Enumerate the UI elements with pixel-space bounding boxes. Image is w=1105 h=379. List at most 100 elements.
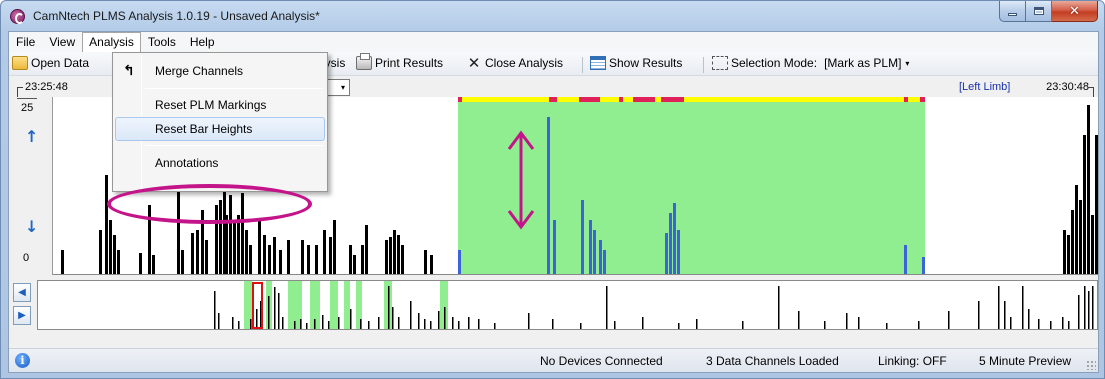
activity-bar xyxy=(279,250,282,274)
selection-mode-label: Selection Mode: xyxy=(731,56,818,70)
close-analysis-button[interactable]: ✕ Close Analysis xyxy=(466,56,563,71)
event-bar xyxy=(593,230,596,274)
activity-bar xyxy=(273,237,276,274)
activity-bar xyxy=(301,240,304,274)
event-bar xyxy=(665,233,668,274)
overview-bar xyxy=(418,313,420,329)
overview-bar xyxy=(452,317,454,329)
y-axis: 25 ↑ ↓ 0 xyxy=(9,97,52,275)
overview-svg xyxy=(214,281,1094,329)
activity-bar xyxy=(1091,215,1094,274)
overview-bar xyxy=(256,309,258,329)
activity-bar xyxy=(196,230,199,274)
activity-bar xyxy=(365,225,368,274)
activity-bar xyxy=(237,215,240,274)
activity-bar xyxy=(1095,135,1098,274)
folder-open-icon xyxy=(12,56,28,70)
y-max-label: 25 xyxy=(21,102,34,114)
overview-bar xyxy=(232,317,234,329)
overview-bar xyxy=(458,321,460,329)
menu-help[interactable]: Help xyxy=(183,32,222,52)
menu-view[interactable]: View xyxy=(42,32,82,52)
print-results-label: Print Results xyxy=(375,56,444,70)
menu-file[interactable]: File xyxy=(9,32,42,52)
linking-status: Linking: OFF xyxy=(878,354,947,368)
menu-item-label: Annotations xyxy=(155,156,219,170)
menu-item-reset-bar-heights[interactable]: Reset Bar Heights xyxy=(115,117,325,141)
event-bar xyxy=(547,117,550,274)
menu-item-label: Reset PLM Markings xyxy=(155,98,267,112)
app-logo-icon xyxy=(10,9,25,24)
overview-bar xyxy=(300,319,302,329)
end-time-label: 23:30:48 xyxy=(1046,81,1089,93)
overview-bar xyxy=(314,319,316,329)
title-bar[interactable]: CamNtech PLMS Analysis 1.0.19 - Unsaved … xyxy=(1,1,1104,31)
overview-bar xyxy=(858,317,860,329)
window-controls: ✕ xyxy=(999,1,1098,22)
info-icon[interactable]: i xyxy=(15,353,30,368)
activity-bar xyxy=(323,230,326,274)
event-bar xyxy=(581,200,584,274)
activity-bar xyxy=(333,220,336,274)
overview-selection xyxy=(330,281,338,329)
minimize-icon xyxy=(1008,12,1017,16)
print-results-button[interactable]: Print Results xyxy=(356,53,444,70)
event-bar xyxy=(458,250,461,274)
highlight-ellipse-annotation xyxy=(107,184,312,224)
selection-box-icon xyxy=(712,56,728,70)
selection-mode-value: [Mark as PLM] xyxy=(824,56,902,70)
maximize-icon xyxy=(1033,7,1044,15)
overview-bar xyxy=(978,301,980,329)
plm-marker xyxy=(549,97,557,102)
event-bar xyxy=(677,230,680,274)
activity-bar xyxy=(205,240,208,274)
event-bar xyxy=(673,203,676,274)
limb-label: [Left Limb] xyxy=(959,81,1011,93)
arrow-right-icon: ▶ xyxy=(18,310,26,321)
menu-item-merge-channels[interactable]: ↰ Merge Channels xyxy=(115,59,325,83)
overview-plot[interactable] xyxy=(37,280,1098,330)
event-bar xyxy=(669,213,672,274)
close-button[interactable]: ✕ xyxy=(1052,1,1098,22)
menu-item-reset-plm-markings[interactable]: Reset PLM Markings xyxy=(115,93,325,117)
activity-bar xyxy=(152,255,155,274)
scroll-right-button[interactable]: ▶ xyxy=(13,306,31,325)
overview-bar xyxy=(528,313,530,329)
overview-bar xyxy=(438,311,440,329)
preview-status[interactable]: 5 Minute Preview xyxy=(979,354,1071,368)
event-bar xyxy=(603,250,606,274)
overview-bar xyxy=(294,321,296,329)
activity-bar xyxy=(105,175,108,274)
activity-bar xyxy=(1063,230,1066,274)
resize-grip-icon[interactable] xyxy=(1086,360,1096,370)
overview-bar xyxy=(424,319,426,329)
selection-region[interactable] xyxy=(458,97,925,275)
menu-item-annotations[interactable]: Annotations xyxy=(115,151,325,175)
chevron-down-icon: ▾ xyxy=(340,83,345,92)
show-results-label: Show Results xyxy=(609,56,683,70)
activity-bar xyxy=(99,230,102,274)
selection-mode-dropdown[interactable]: Selection Mode: [Mark as PLM] ▾ xyxy=(712,56,909,70)
overview-bar xyxy=(1038,319,1040,329)
increase-height-icon[interactable]: ↑ xyxy=(25,127,38,146)
decrease-height-icon[interactable]: ↓ xyxy=(25,217,38,236)
client-area: File View Analysis Tools Help Open Data … xyxy=(8,31,1099,373)
close-icon: ✕ xyxy=(1069,3,1080,19)
overview-bar xyxy=(350,309,352,329)
overview-bar xyxy=(378,317,380,329)
scroll-left-button[interactable]: ◀ xyxy=(13,283,31,302)
open-data-button[interactable]: Open Data xyxy=(12,56,89,70)
menu-analysis[interactable]: Analysis xyxy=(82,32,141,52)
overview-bar xyxy=(1028,309,1030,329)
overview-bar xyxy=(696,319,698,329)
plm-marker xyxy=(579,97,600,102)
activity-bar xyxy=(117,250,120,274)
activity-bar xyxy=(361,245,364,274)
minimize-button[interactable] xyxy=(999,1,1026,22)
menu-bar: File View Analysis Tools Help xyxy=(9,32,1098,52)
maximize-button[interactable] xyxy=(1026,1,1052,22)
menu-tools[interactable]: Tools xyxy=(141,32,183,52)
overview-bar xyxy=(1088,291,1090,329)
show-results-button[interactable]: Show Results xyxy=(590,56,682,70)
plm-marker xyxy=(920,97,925,102)
